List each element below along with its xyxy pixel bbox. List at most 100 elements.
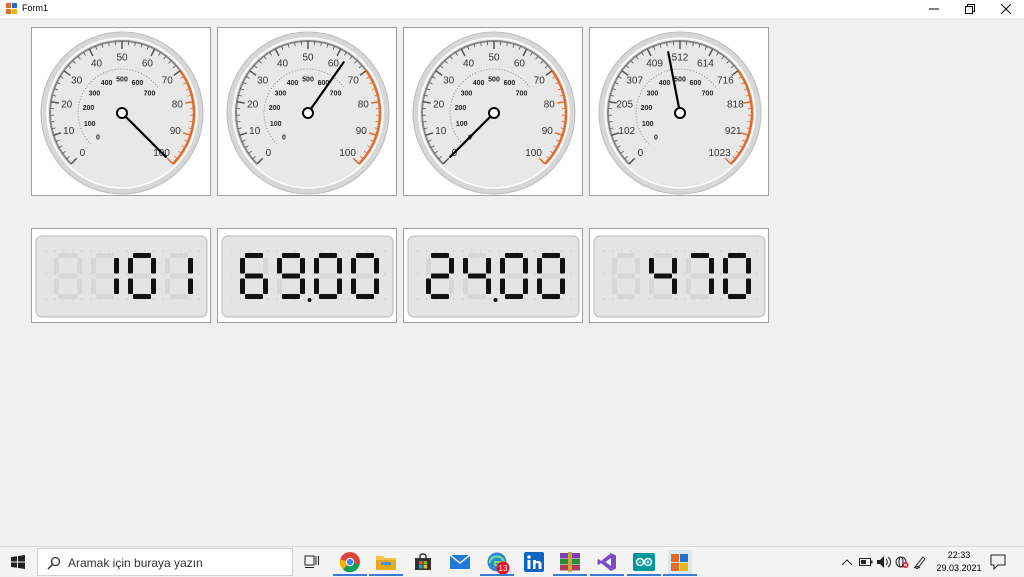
taskbar-store[interactable] bbox=[411, 550, 435, 574]
display-grid-dot bbox=[435, 250, 437, 252]
segment-on bbox=[240, 258, 245, 274]
display-grid-dot bbox=[81, 298, 83, 300]
gauge-outer-tick-label: 409 bbox=[646, 59, 663, 70]
gauge-svg: 0102030405060708090100010020030040050060… bbox=[218, 28, 396, 195]
display-grid-dot bbox=[444, 250, 446, 252]
display-grid-dot bbox=[312, 273, 314, 275]
display-grid-dot bbox=[648, 250, 650, 252]
pen-workspace-button[interactable] bbox=[912, 553, 928, 571]
display-grid-dot bbox=[249, 250, 251, 252]
gauge-outer-tick-label: 40 bbox=[463, 59, 475, 70]
segment-on bbox=[128, 258, 133, 274]
gauge-inner-tick-label: 100 bbox=[642, 121, 654, 128]
display-grid-dot bbox=[453, 273, 455, 275]
gauge-inner-tick-label: 200 bbox=[83, 105, 95, 112]
segment-on bbox=[449, 258, 454, 274]
segment-on bbox=[542, 253, 560, 258]
display-grid-dot bbox=[90, 298, 92, 300]
task-view-button[interactable] bbox=[300, 550, 324, 574]
gauge-outer-tick-label: 0 bbox=[266, 148, 272, 159]
display-grid-dot bbox=[711, 250, 713, 252]
taskbar-edge[interactable]: 13 bbox=[485, 550, 509, 574]
gauge-inner-tick-label: 100 bbox=[456, 121, 468, 128]
segment-on bbox=[351, 258, 356, 274]
taskbar-visual-studio[interactable] bbox=[595, 550, 619, 574]
gauge-minor-tick bbox=[747, 122, 751, 123]
taskbar-arduino[interactable] bbox=[632, 550, 656, 574]
gauge-minor-tick bbox=[51, 122, 55, 123]
segment-on bbox=[728, 294, 746, 299]
segment-on bbox=[351, 279, 356, 295]
gauge-inner-tick-label: 400 bbox=[101, 80, 113, 87]
gauge-inner-tick-label: 500 bbox=[116, 77, 128, 84]
action-center-button[interactable] bbox=[990, 554, 1006, 575]
display-grid-dot bbox=[720, 273, 722, 275]
taskbar-mail[interactable] bbox=[448, 550, 472, 574]
close-button[interactable] bbox=[988, 0, 1024, 18]
digital-display-2 bbox=[217, 228, 397, 323]
gauge-inner-tick-label: 300 bbox=[647, 91, 659, 98]
notification-icon bbox=[990, 554, 1006, 570]
notification-badge: 13 bbox=[496, 561, 510, 575]
display-grid-dot bbox=[162, 298, 164, 300]
form1-app-icon bbox=[670, 552, 690, 572]
segment-on bbox=[728, 253, 746, 258]
minimize-button[interactable] bbox=[916, 0, 952, 18]
display-grid-dot bbox=[570, 298, 572, 300]
gauge-outer-tick-label: 1023 bbox=[708, 148, 731, 159]
segment-on bbox=[463, 258, 468, 274]
taskbar-form1-app[interactable] bbox=[668, 550, 692, 574]
gauge-panel-1: 0102030405060708090100010020030040050060… bbox=[31, 27, 211, 196]
display-grid-dot bbox=[711, 298, 713, 300]
segment-on bbox=[505, 253, 523, 258]
segment-on bbox=[245, 253, 263, 258]
segment-off bbox=[426, 258, 431, 274]
segment-on bbox=[500, 258, 505, 274]
system-clock[interactable]: 22:33 29.03.2021 bbox=[932, 549, 986, 575]
gauge-minor-tick bbox=[237, 122, 241, 123]
restore-button[interactable] bbox=[952, 0, 988, 18]
display-grid-dot bbox=[561, 298, 563, 300]
gauge-inner-tick-label: 300 bbox=[461, 91, 473, 98]
display-grid-dot bbox=[639, 273, 641, 275]
gauge-outer-tick-label: 10 bbox=[63, 126, 75, 137]
segment-off bbox=[505, 274, 523, 279]
display-grid-dot bbox=[90, 250, 92, 252]
gauge-inner-tick-label: 200 bbox=[455, 105, 467, 112]
display-grid-dot bbox=[366, 250, 368, 252]
display-grid-dot bbox=[525, 298, 527, 300]
display-svg bbox=[32, 229, 210, 322]
segment-on bbox=[300, 279, 305, 295]
gauge-outer-tick-label: 30 bbox=[257, 76, 269, 87]
segment-off bbox=[635, 279, 640, 295]
volume-control[interactable] bbox=[876, 553, 892, 571]
taskbar-search-box[interactable]: Aramak için buraya yazın bbox=[37, 548, 293, 576]
display-grid-dot bbox=[189, 250, 191, 252]
network-indicator[interactable] bbox=[894, 553, 910, 571]
taskbar-linkedin[interactable] bbox=[522, 550, 546, 574]
segment-on bbox=[537, 279, 542, 295]
segment-off bbox=[91, 279, 96, 295]
display-grid-dot bbox=[153, 250, 155, 252]
chrome-icon bbox=[339, 551, 361, 573]
segment-off bbox=[468, 253, 486, 258]
clock-time: 22:33 bbox=[932, 549, 986, 562]
segment-off bbox=[263, 258, 268, 274]
display-grid-dot bbox=[657, 250, 659, 252]
gauge-inner-tick-label: 700 bbox=[516, 91, 528, 98]
battery-indicator[interactable] bbox=[858, 553, 874, 571]
taskbar-file-explorer[interactable] bbox=[374, 550, 398, 574]
start-button[interactable] bbox=[0, 547, 36, 577]
display-svg bbox=[404, 229, 582, 322]
display-grid-dot bbox=[417, 298, 419, 300]
display-grid-dot bbox=[603, 273, 605, 275]
gauge-inner-tick-label: 700 bbox=[144, 91, 156, 98]
show-hidden-icons-button[interactable] bbox=[841, 553, 853, 571]
taskbar-winrar[interactable] bbox=[558, 550, 582, 574]
gauge-inner-tick-label: 500 bbox=[302, 77, 314, 84]
segment-on bbox=[523, 258, 528, 274]
display-grid-dot bbox=[117, 250, 119, 252]
display-grid-dot bbox=[144, 250, 146, 252]
taskbar-chrome[interactable] bbox=[338, 550, 362, 574]
segment-off bbox=[617, 274, 635, 279]
